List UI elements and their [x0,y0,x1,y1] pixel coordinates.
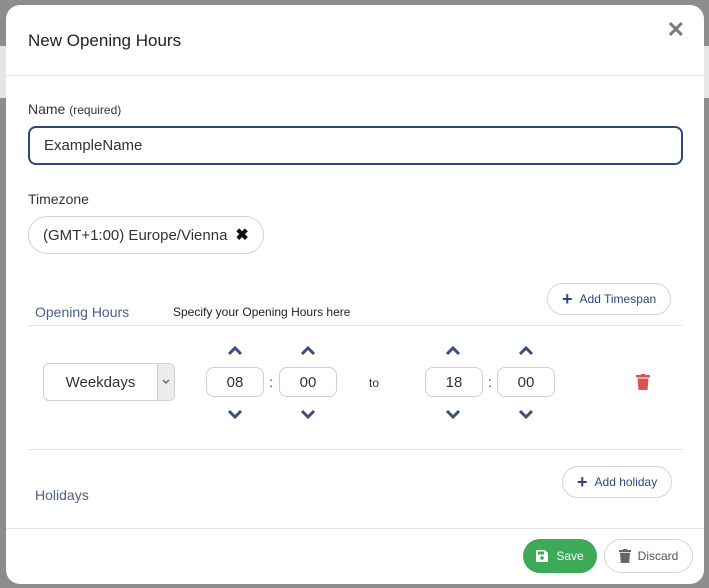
add-holiday-button[interactable]: + Add holiday [562,466,673,498]
name-label: Name (required) [28,101,121,117]
day-select[interactable]: Weekdays [43,363,175,401]
opening-hours-title: Opening Hours [35,304,130,320]
timezone-value: (GMT+1:00) Europe/Vienna [43,226,228,244]
add-timespan-button[interactable]: + Add Timespan [547,283,672,315]
to-hour-up-icon[interactable] [445,345,461,357]
time-separator: : [488,374,492,390]
from-minute-down-icon[interactable] [300,408,316,420]
from-minute-input[interactable]: 00 [279,367,337,397]
modal-title: New Opening Hours [28,31,182,50]
to-minute-up-icon[interactable] [518,345,534,357]
add-holiday-label: Add holiday [594,475,658,489]
holidays-title: Holidays [35,487,89,503]
add-timespan-label: Add Timespan [579,292,657,306]
time-separator: : [269,374,273,390]
from-minute-up-icon[interactable] [300,345,316,357]
trash-icon[interactable] [636,374,650,390]
opening-hours-modal: New Opening Hours ✕ Name (required) Time… [6,5,704,584]
to-label: to [369,376,380,390]
discard-label: Discard [637,549,679,563]
save-label: Save [556,549,584,563]
save-button[interactable]: Save [523,539,597,573]
section-divider [28,325,683,326]
opening-hours-hint: Specify your Opening Hours here [173,305,351,319]
to-hour-down-icon[interactable] [445,408,461,420]
section-divider [28,449,683,450]
from-hour-down-icon[interactable] [227,408,243,420]
close-icon[interactable]: ✕ [667,19,685,41]
modal-footer [6,528,704,584]
name-input[interactable] [28,126,683,165]
day-select-value: Weekdays [65,373,136,391]
to-hour-input[interactable]: 18 [425,367,483,397]
required-note: (required) [69,103,122,117]
from-hour-up-icon[interactable] [227,345,243,357]
discard-button[interactable]: Discard [604,539,693,573]
to-minute-input[interactable]: 00 [497,367,555,397]
timezone-label: Timezone [28,191,89,207]
modal-header: New Opening Hours ✕ [6,5,704,76]
to-minute-down-icon[interactable] [518,408,534,420]
from-hour-input[interactable]: 08 [206,367,264,397]
chevron-down-icon[interactable] [157,364,174,400]
trash-icon [618,549,631,563]
save-icon [536,550,549,562]
timezone-select[interactable]: (GMT+1:00) Europe/Vienna ✖ [28,216,264,254]
clear-timezone-icon[interactable]: ✖ [235,225,248,245]
plus-icon: + [562,289,573,309]
name-label-text: Name [28,101,66,117]
plus-icon: + [577,472,588,492]
